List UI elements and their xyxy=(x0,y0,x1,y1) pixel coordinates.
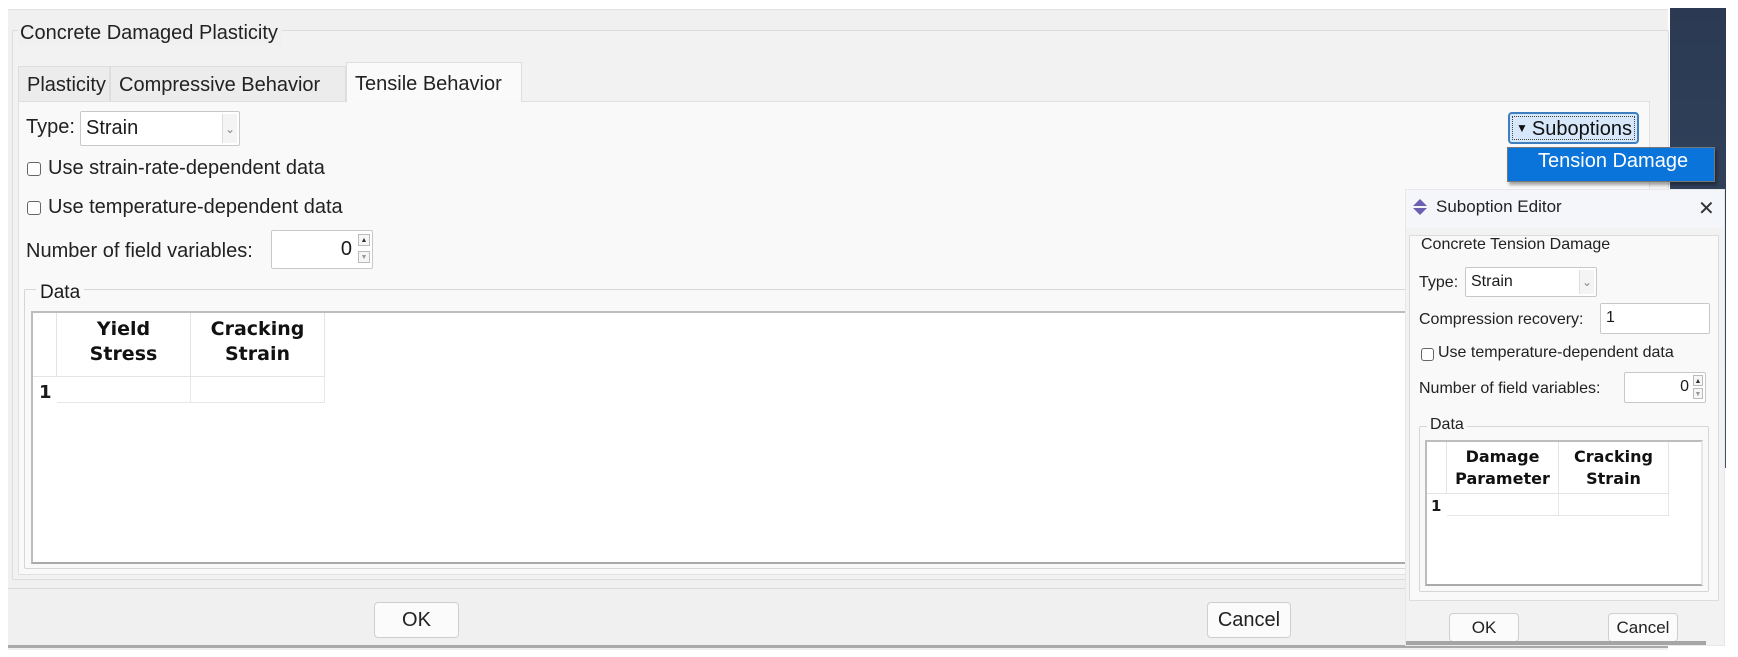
sub-type-label: Type: xyxy=(1419,274,1459,291)
ok-button[interactable]: OK xyxy=(374,602,459,638)
tab-plasticity[interactable]: Plasticity xyxy=(18,66,110,102)
data-group-title: Data xyxy=(36,282,85,304)
column-header-cracking-strain[interactable]: Cracking Strain xyxy=(191,313,325,377)
tension-damage-group-title: Concrete Tension Damage xyxy=(1418,236,1614,254)
type-combobox[interactable]: Strain ⌄ xyxy=(80,111,240,146)
sub-data-table[interactable]: Damage Parameter Cracking Strain 1 xyxy=(1425,440,1703,586)
header-line: Parameter xyxy=(1455,469,1550,488)
suboptions-label: Suboptions xyxy=(1531,118,1632,140)
header-line: Strain xyxy=(1586,469,1641,488)
header-line: Cracking xyxy=(1574,447,1653,466)
sub-field-variables-value: 0 xyxy=(1680,378,1689,395)
type-value: Strain xyxy=(86,117,139,139)
field-variables-value: 0 xyxy=(340,238,352,260)
table-corner xyxy=(33,313,57,377)
column-header-yield-stress[interactable]: Yield Stress xyxy=(57,313,191,377)
menu-item-tension-damage[interactable]: Tension Damage xyxy=(1538,150,1688,173)
data-table[interactable]: Yield Stress Cracking Strain 1 xyxy=(31,311,1431,564)
chevron-down-icon: ⌄ xyxy=(222,114,237,143)
move-arrows-icon xyxy=(1413,199,1427,215)
header-line: Damage xyxy=(1465,447,1540,466)
sub-temperature-label: Use temperature-dependent data xyxy=(1438,344,1674,361)
table-cell-yield-stress[interactable] xyxy=(57,377,191,403)
column-header-damage-parameter[interactable]: Damage Parameter xyxy=(1447,442,1559,494)
header-line: Strain xyxy=(225,343,290,365)
group-title: Concrete Damaged Plasticity xyxy=(18,22,282,45)
divider xyxy=(8,588,1408,589)
field-variables-spinner[interactable]: 0 ▲ ▼ xyxy=(271,230,373,269)
chevron-down-icon: ⌄ xyxy=(1579,270,1594,294)
sub-cancel-button[interactable]: Cancel xyxy=(1608,613,1678,642)
field-variables-label: Number of field variables: xyxy=(26,240,253,262)
table-cell-cracking-strain[interactable] xyxy=(1559,494,1669,516)
suboptions-menu: Tension Damage xyxy=(1507,147,1715,182)
column-header-cracking-strain[interactable]: Cracking Strain xyxy=(1559,442,1669,494)
sub-type-combobox[interactable]: Strain ⌄ xyxy=(1465,267,1597,297)
tab-compressive-behavior[interactable]: Compressive Behavior xyxy=(110,66,346,102)
spin-down-icon[interactable]: ▼ xyxy=(358,251,370,263)
suboptions-button[interactable]: ▼ Suboptions xyxy=(1508,112,1639,144)
type-label: Type: xyxy=(26,116,75,138)
tab-tensile-behavior[interactable]: Tensile Behavior xyxy=(346,62,522,102)
header-line: Cracking xyxy=(210,318,305,340)
strain-rate-label: Use strain-rate-dependent data xyxy=(48,157,325,179)
table-cell-cracking-strain[interactable] xyxy=(191,377,325,403)
close-icon[interactable]: ✕ xyxy=(1698,196,1715,221)
sub-dialog-bottom-edge xyxy=(1406,641,1706,645)
temperature-checkbox[interactable] xyxy=(27,201,41,215)
temperature-label: Use temperature-dependent data xyxy=(48,196,343,218)
header-line: Yield xyxy=(96,318,151,340)
sub-temperature-checkbox[interactable] xyxy=(1421,348,1434,361)
compression-recovery-input[interactable]: 1 xyxy=(1600,303,1710,334)
sub-field-variables-spinner[interactable]: 0 ▲ ▼ xyxy=(1624,372,1706,403)
table-corner xyxy=(1427,442,1447,494)
cancel-button[interactable]: Cancel xyxy=(1207,602,1291,638)
spin-up-icon[interactable]: ▲ xyxy=(1693,375,1703,386)
row-number: 1 xyxy=(39,382,52,403)
sub-type-value: Strain xyxy=(1471,273,1513,290)
suboption-editor-title: Suboption Editor xyxy=(1436,197,1562,216)
sub-data-group-title: Data xyxy=(1427,416,1467,434)
dialog-bottom-edge xyxy=(8,645,1668,648)
strain-rate-checkbox[interactable] xyxy=(27,162,41,176)
table-cell-damage-parameter[interactable] xyxy=(1447,494,1559,516)
spin-down-icon[interactable]: ▼ xyxy=(1693,388,1703,399)
caret-down-icon: ▼ xyxy=(1516,121,1528,135)
row-number: 1 xyxy=(1431,497,1442,515)
sub-field-variables-label: Number of field variables: xyxy=(1419,380,1601,397)
sub-ok-button[interactable]: OK xyxy=(1449,613,1519,642)
compression-recovery-value: 1 xyxy=(1606,309,1615,326)
compression-recovery-label: Compression recovery: xyxy=(1419,311,1584,328)
header-line: Stress xyxy=(89,343,158,365)
spin-up-icon[interactable]: ▲ xyxy=(358,234,370,246)
